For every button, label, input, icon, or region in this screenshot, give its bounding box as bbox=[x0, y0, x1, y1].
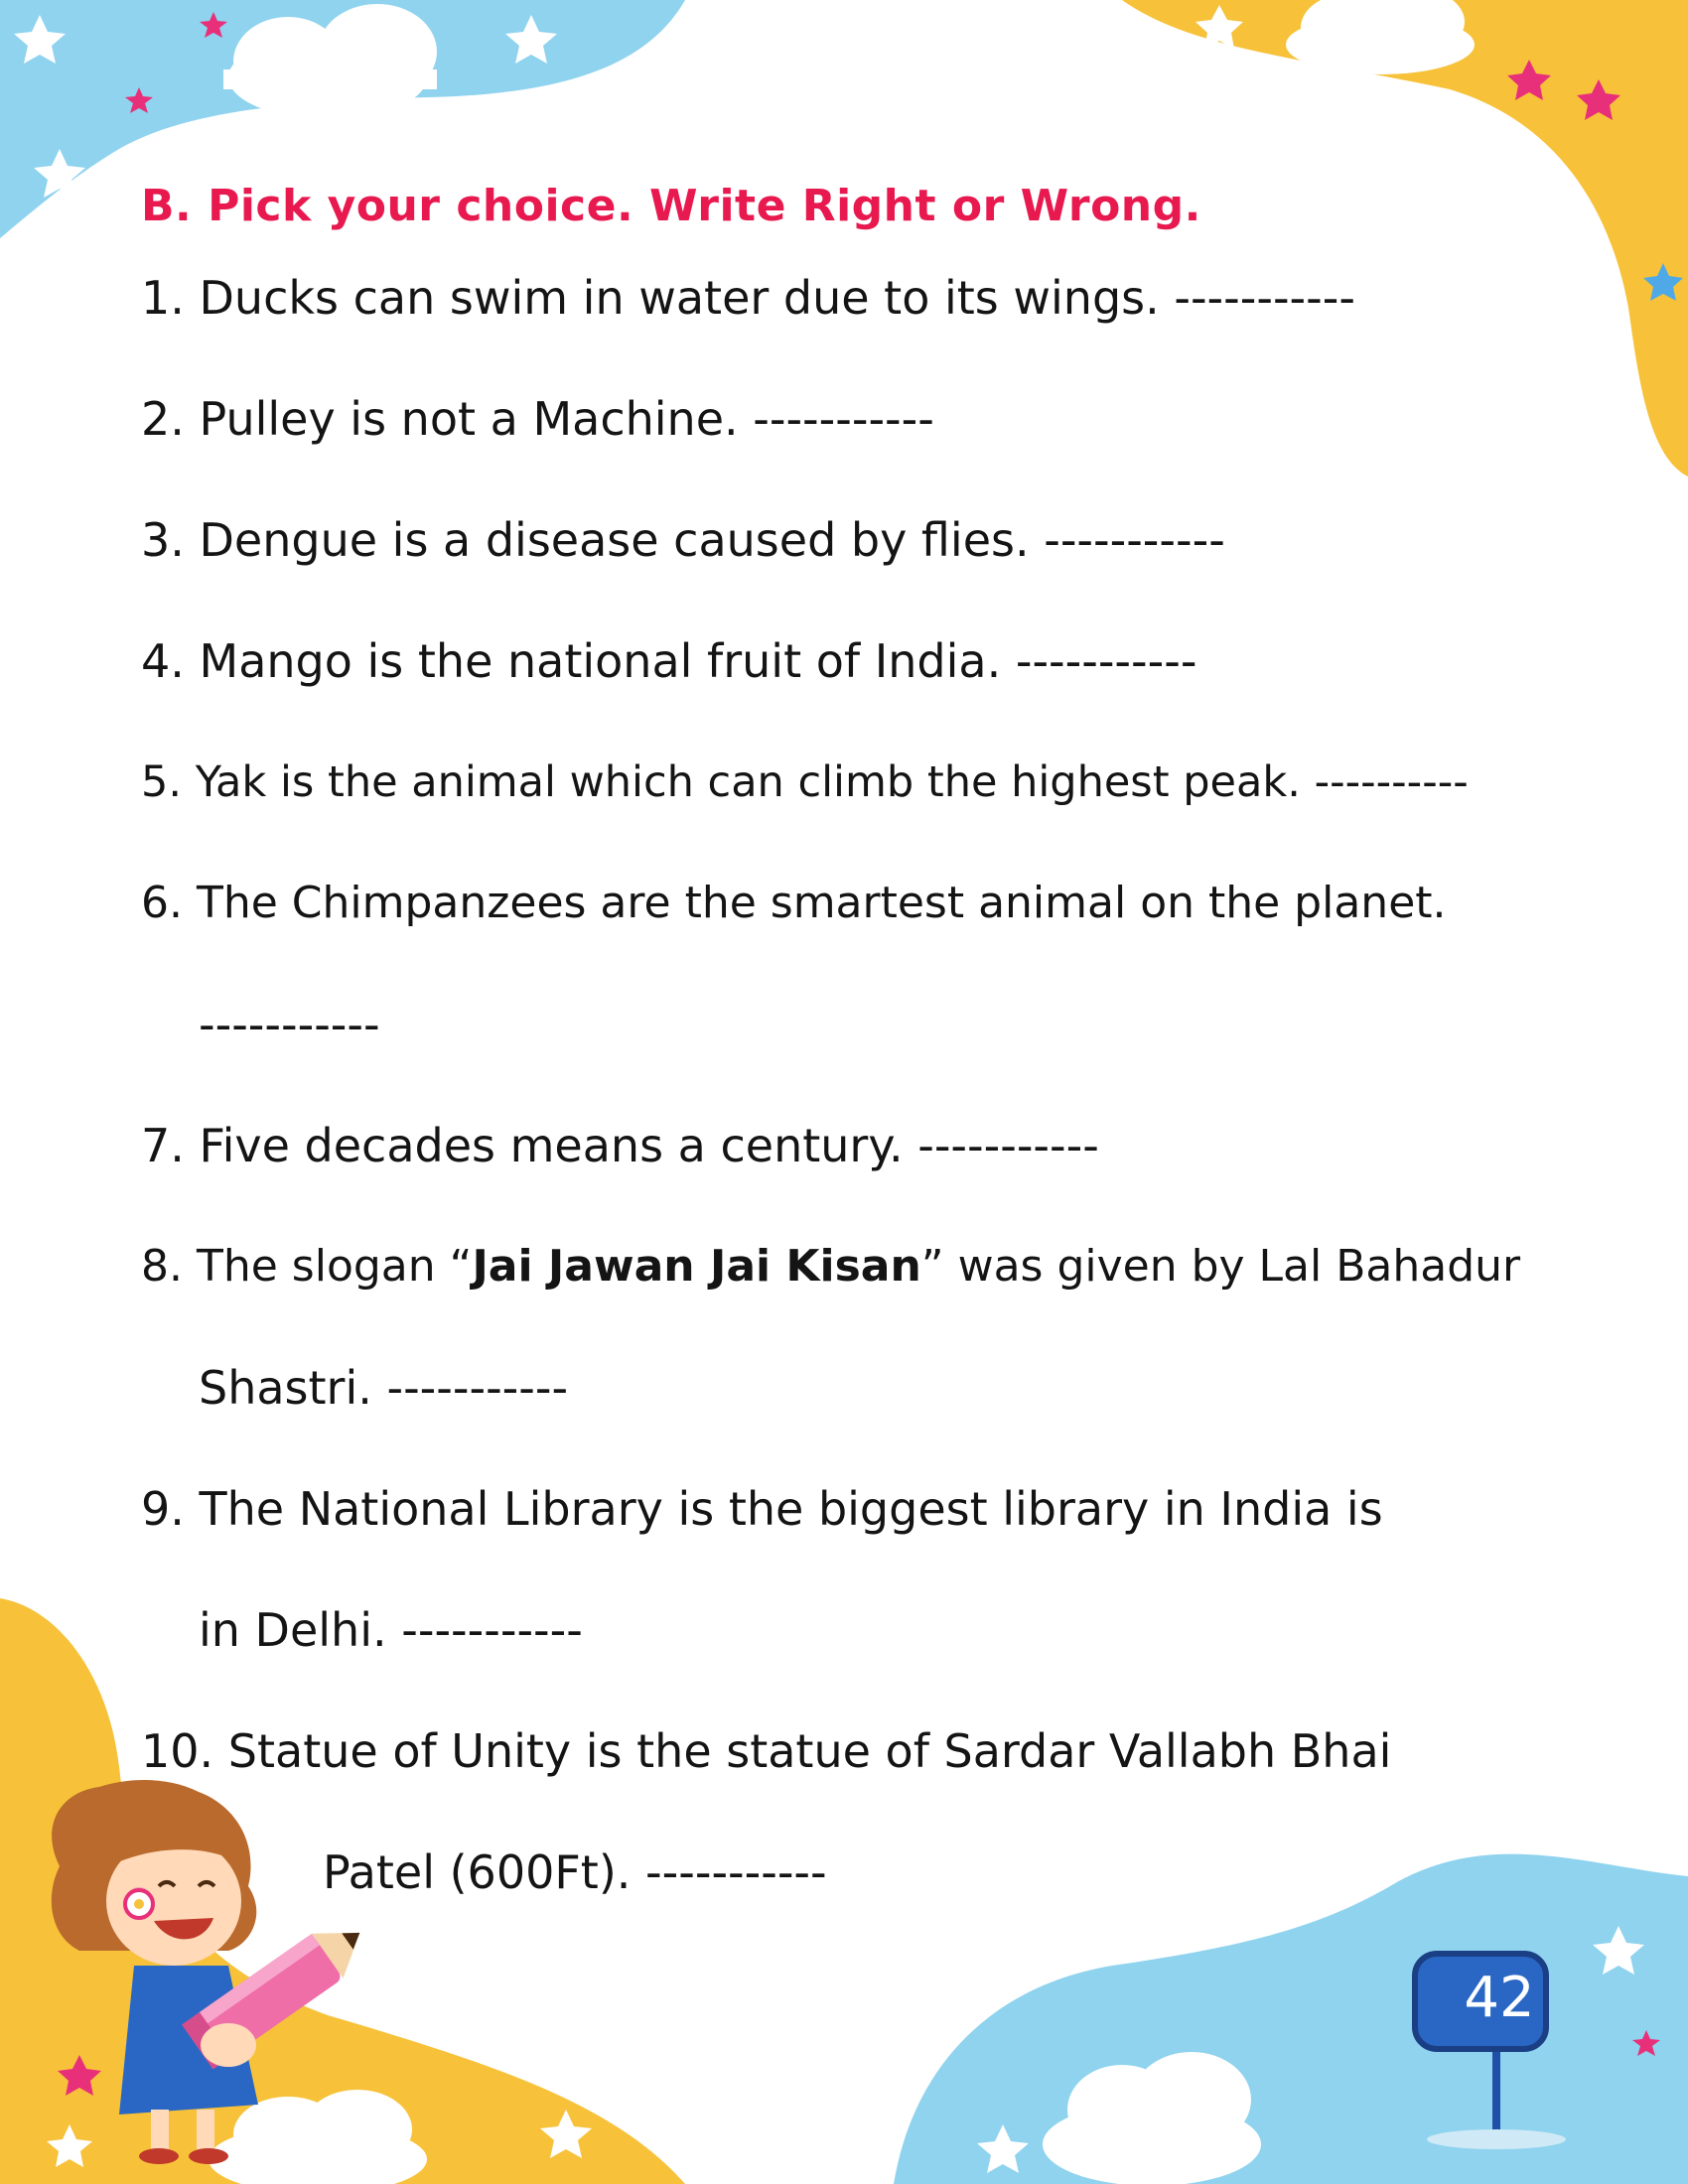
question-item: 1. Ducks can swim in water due to its wi… bbox=[141, 268, 1355, 328]
question-item: 7. Five decades means a century. -------… bbox=[141, 1116, 1099, 1175]
question-continuation: Patel (600Ft). ----------- bbox=[323, 1843, 827, 1902]
question-number: 2. bbox=[141, 392, 185, 446]
question-text: Dengue is a disease caused by flies. bbox=[199, 513, 1030, 567]
question-item: 9. The National Library is the biggest l… bbox=[141, 1479, 1383, 1539]
question-item: 8. The slogan “Jai Jawan Jai Kisan” was … bbox=[141, 1237, 1520, 1297]
question-item: 6. The Chimpanzees are the smartest anim… bbox=[141, 874, 1447, 933]
question-continuation: Shastri. ----------- bbox=[199, 1358, 568, 1418]
question-number: 3. bbox=[141, 513, 185, 567]
question-text-after: ” was given by Lal Bahadur bbox=[920, 1241, 1521, 1292]
answer-blank[interactable]: ----------- bbox=[645, 1845, 827, 1899]
question-text: Ducks can swim in water due to its wings… bbox=[199, 271, 1160, 325]
question-number: 10. bbox=[141, 1724, 214, 1778]
answer-blank[interactable]: ----------- bbox=[401, 1603, 583, 1657]
page-decoration bbox=[0, 0, 1688, 2184]
bottom-right-blob bbox=[894, 1853, 1688, 2184]
question-number: 4. bbox=[141, 634, 185, 688]
question-number: 8. bbox=[141, 1241, 183, 1292]
question-text: Pulley is not a Machine. bbox=[199, 392, 739, 446]
answer-blank[interactable]: ----------- bbox=[753, 392, 934, 446]
question-item: 10. Statue of Unity is the statue of Sar… bbox=[141, 1721, 1391, 1781]
question-item: 4. Mango is the national fruit of India.… bbox=[141, 631, 1196, 691]
answer-blank[interactable]: ---------- bbox=[1315, 757, 1469, 807]
question-text-continued: Patel (600Ft). bbox=[323, 1845, 632, 1899]
question-text-continued: Shastri. bbox=[199, 1361, 372, 1415]
question-text-continued: in Delhi. bbox=[199, 1603, 387, 1657]
answer-blank[interactable]: ----------- bbox=[917, 1119, 1099, 1172]
question-item: 2. Pulley is not a Machine. ----------- bbox=[141, 389, 934, 449]
question-item: 5. Yak is the animal which can climb the… bbox=[141, 752, 1469, 812]
answer-blank[interactable]: ----------- bbox=[386, 1361, 568, 1415]
page-number: 42 bbox=[1464, 1966, 1535, 2030]
question-number: 1. bbox=[141, 271, 185, 325]
cloud-icon bbox=[1286, 0, 1475, 74]
question-text: Statue of Unity is the statue of Sardar … bbox=[227, 1724, 1392, 1778]
question-text: Yak is the animal which can climb the hi… bbox=[195, 757, 1301, 807]
worksheet-title: B. Pick your choice. Write Right or Wron… bbox=[141, 181, 1201, 231]
question-continuation: in Delhi. ----------- bbox=[199, 1600, 583, 1660]
question-text: The National Library is the biggest libr… bbox=[199, 1482, 1383, 1536]
question-number: 7. bbox=[141, 1119, 185, 1172]
answer-blank[interactable]: ----------- bbox=[1016, 634, 1197, 688]
question-text: The Chimpanzees are the smartest animal … bbox=[196, 878, 1447, 928]
question-number: 5. bbox=[141, 757, 183, 807]
question-item: 3. Dengue is a disease caused by flies. … bbox=[141, 510, 1225, 570]
question-number: 6. bbox=[141, 878, 183, 928]
slogan-text: Jai Jawan Jai Kisan bbox=[472, 1241, 921, 1292]
question-text-before: The slogan “ bbox=[196, 1241, 473, 1292]
question-number: 9. bbox=[141, 1482, 185, 1536]
answer-blank[interactable]: ----------- bbox=[1044, 513, 1225, 567]
question-text: Mango is the national fruit of India. bbox=[199, 634, 1002, 688]
answer-blank[interactable]: ----------- bbox=[1174, 271, 1355, 325]
answer-blank[interactable]: ----------- bbox=[199, 995, 380, 1054]
question-text: Five decades means a century. bbox=[199, 1119, 904, 1172]
